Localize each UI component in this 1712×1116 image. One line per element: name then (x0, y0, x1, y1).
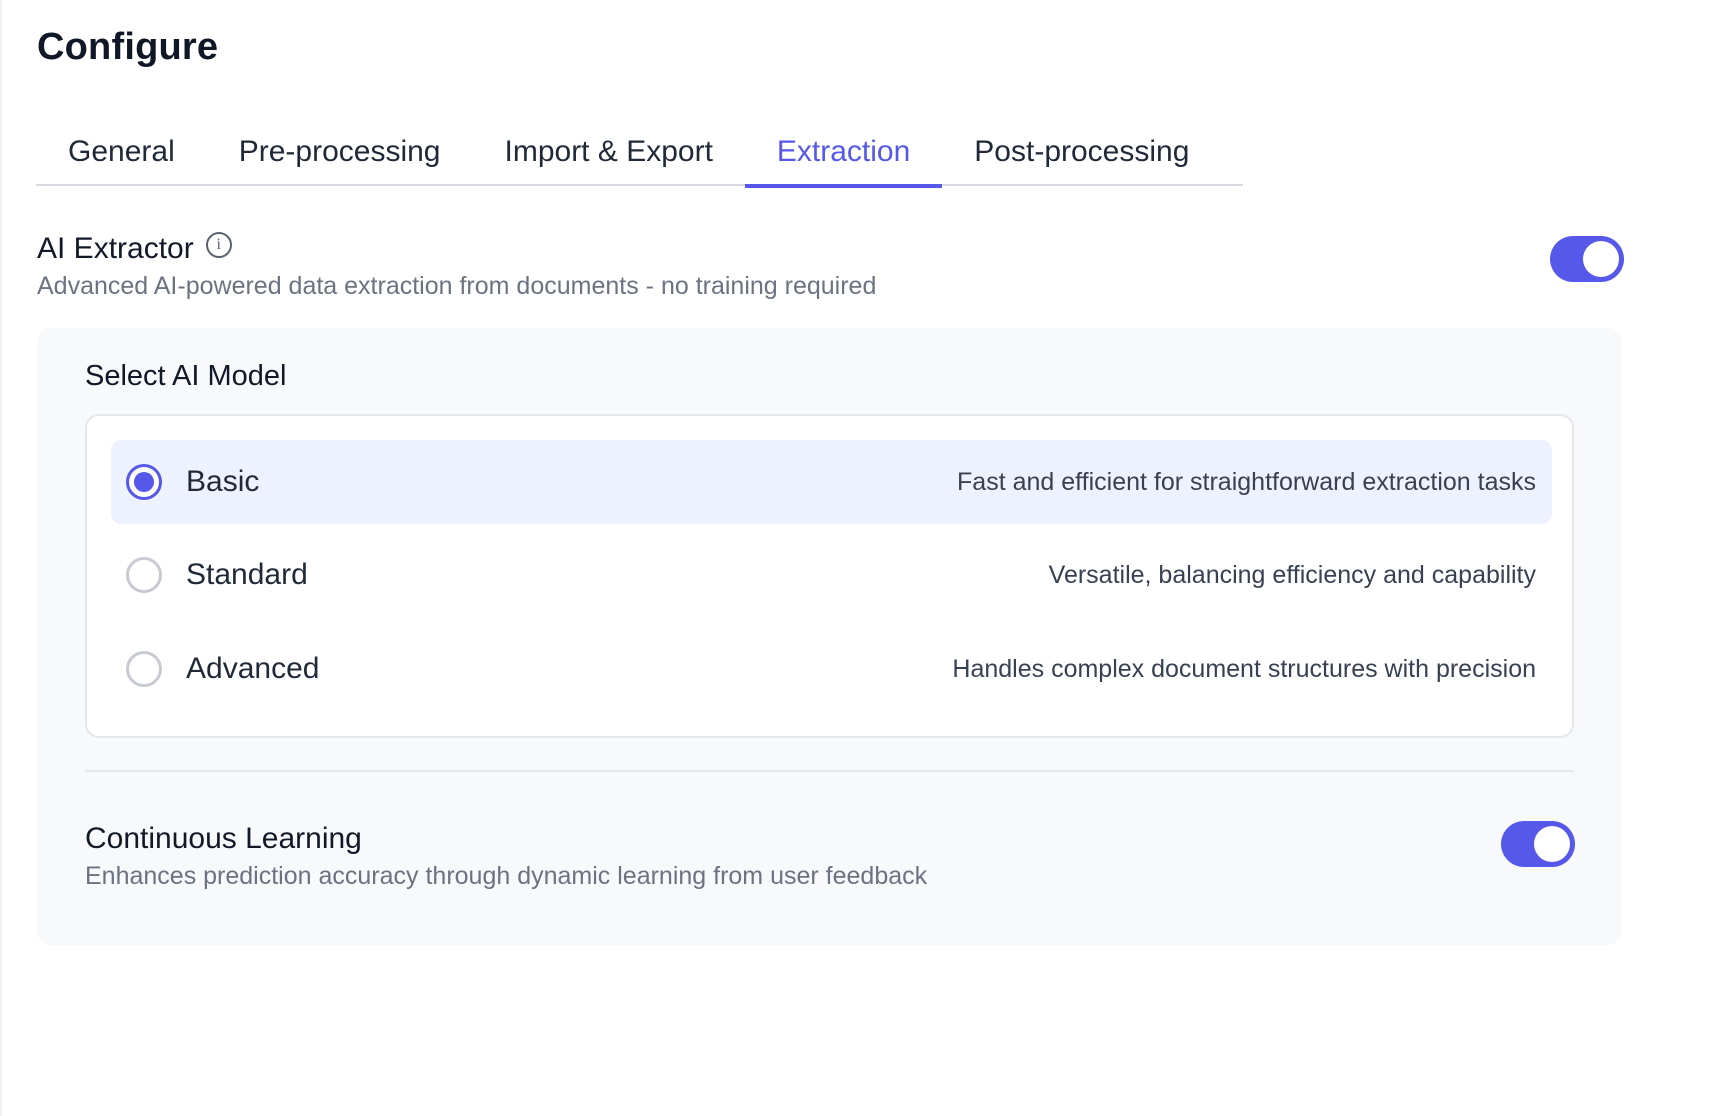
model-option-standard[interactable]: Standard Versatile, balancing efficiency… (111, 533, 1552, 617)
continuous-learning-title: Continuous Learning (85, 822, 362, 855)
model-option-description: Fast and efficient for straightforward e… (957, 467, 1536, 496)
info-icon[interactable]: i (205, 232, 232, 258)
section-divider (85, 770, 1574, 772)
ai-model-radio-group: Basic Fast and efficient for straightfor… (85, 414, 1574, 738)
model-option-basic[interactable]: Basic Fast and efficient for straightfor… (111, 440, 1552, 524)
ai-extractor-header: AI Extractor i Advanced AI-powered data … (37, 232, 1617, 301)
tab-import-export[interactable]: Import & Export (473, 118, 745, 186)
model-option-name: Standard (186, 558, 308, 591)
ai-extractor-title-row: AI Extractor i (37, 232, 1617, 266)
select-ai-model-label: Select AI Model (85, 360, 287, 392)
ai-extractor-toggle[interactable] (1550, 236, 1624, 282)
tab-post-processing[interactable]: Post-processing (942, 118, 1221, 186)
configure-page: Configure General Pre-processing Import … (0, 0, 1712, 1116)
tab-pre-processing[interactable]: Pre-processing (207, 118, 473, 186)
model-option-name: Basic (186, 465, 260, 498)
model-option-description: Versatile, balancing efficiency and capa… (1048, 560, 1536, 589)
ai-extractor-description: Advanced AI-powered data extraction from… (37, 272, 877, 300)
ai-extractor-title: AI Extractor (37, 232, 194, 265)
tab-general[interactable]: General (36, 118, 207, 186)
continuous-learning-toggle[interactable] (1501, 821, 1575, 867)
continuous-learning-header: Continuous Learning Enhances prediction … (85, 822, 927, 891)
model-option-name: Advanced (186, 652, 320, 685)
radio-basic[interactable] (126, 464, 162, 500)
continuous-learning-description: Enhances prediction accuracy through dyn… (85, 862, 928, 890)
model-option-description: Handles complex document structures with… (952, 654, 1536, 683)
tab-bar: General Pre-processing Import & Export E… (36, 118, 1243, 188)
toggle-knob (1534, 826, 1570, 862)
model-option-advanced[interactable]: Advanced Handles complex document struct… (111, 627, 1552, 711)
radio-advanced[interactable] (126, 651, 162, 687)
ai-extractor-settings-panel: Select AI Model Basic Fast and efficient… (37, 328, 1622, 945)
tab-extraction[interactable]: Extraction (744, 118, 943, 188)
radio-standard[interactable] (126, 557, 162, 593)
toggle-knob (1583, 241, 1619, 277)
page-title: Configure (37, 26, 219, 68)
